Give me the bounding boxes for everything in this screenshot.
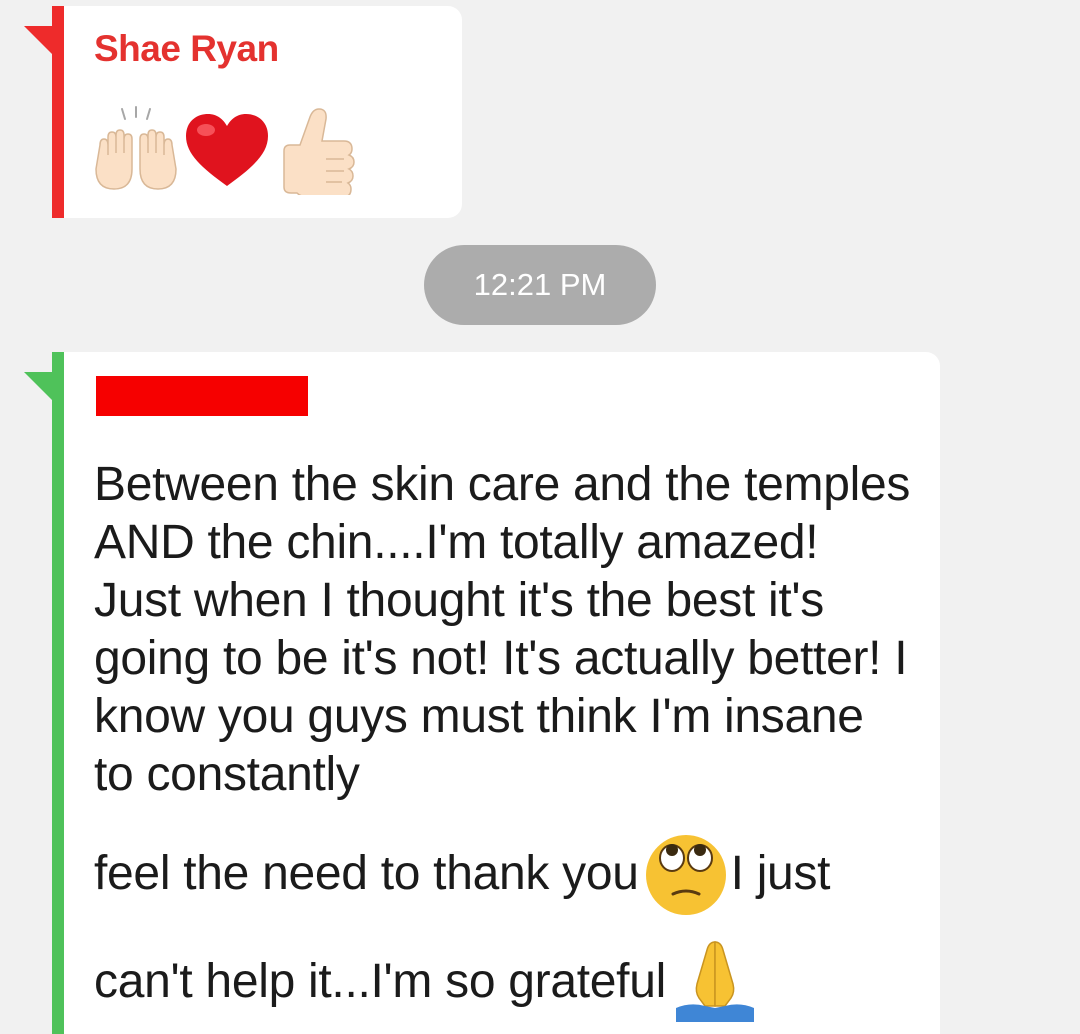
bubble-tail: [24, 26, 52, 54]
emoji-message: [94, 100, 358, 200]
bubble-tail: [24, 372, 52, 400]
face-rolling-eyes-icon: [645, 835, 726, 915]
sender-name[interactable]: Shae Ryan: [94, 28, 279, 70]
thumbs-up-icon: [283, 108, 355, 195]
folded-hands-icon: [675, 941, 754, 1022]
message-text-line: can't help it...I'm so grateful: [94, 926, 760, 1034]
message-text-segment: I just: [730, 846, 831, 900]
message-text: Between the skin care and the temples AN…: [94, 458, 911, 801]
chat-screen: Shae Ryan 12:21 PM Between the skin care…: [0, 0, 1080, 1034]
message-text-segment: can't help it...I'm so grateful: [94, 954, 666, 1008]
message-text-line: feel the need to thank you I just: [94, 818, 831, 928]
timestamp-badge: 12:21 PM: [424, 245, 656, 325]
raising-hands-icon: [95, 106, 177, 190]
redacted-sender-name: [96, 376, 308, 416]
message-text-segment: feel the need to thank you: [94, 846, 639, 900]
message-accent-bar: [52, 352, 64, 1034]
message-accent-bar: [52, 6, 64, 218]
red-heart-icon: [186, 114, 268, 186]
